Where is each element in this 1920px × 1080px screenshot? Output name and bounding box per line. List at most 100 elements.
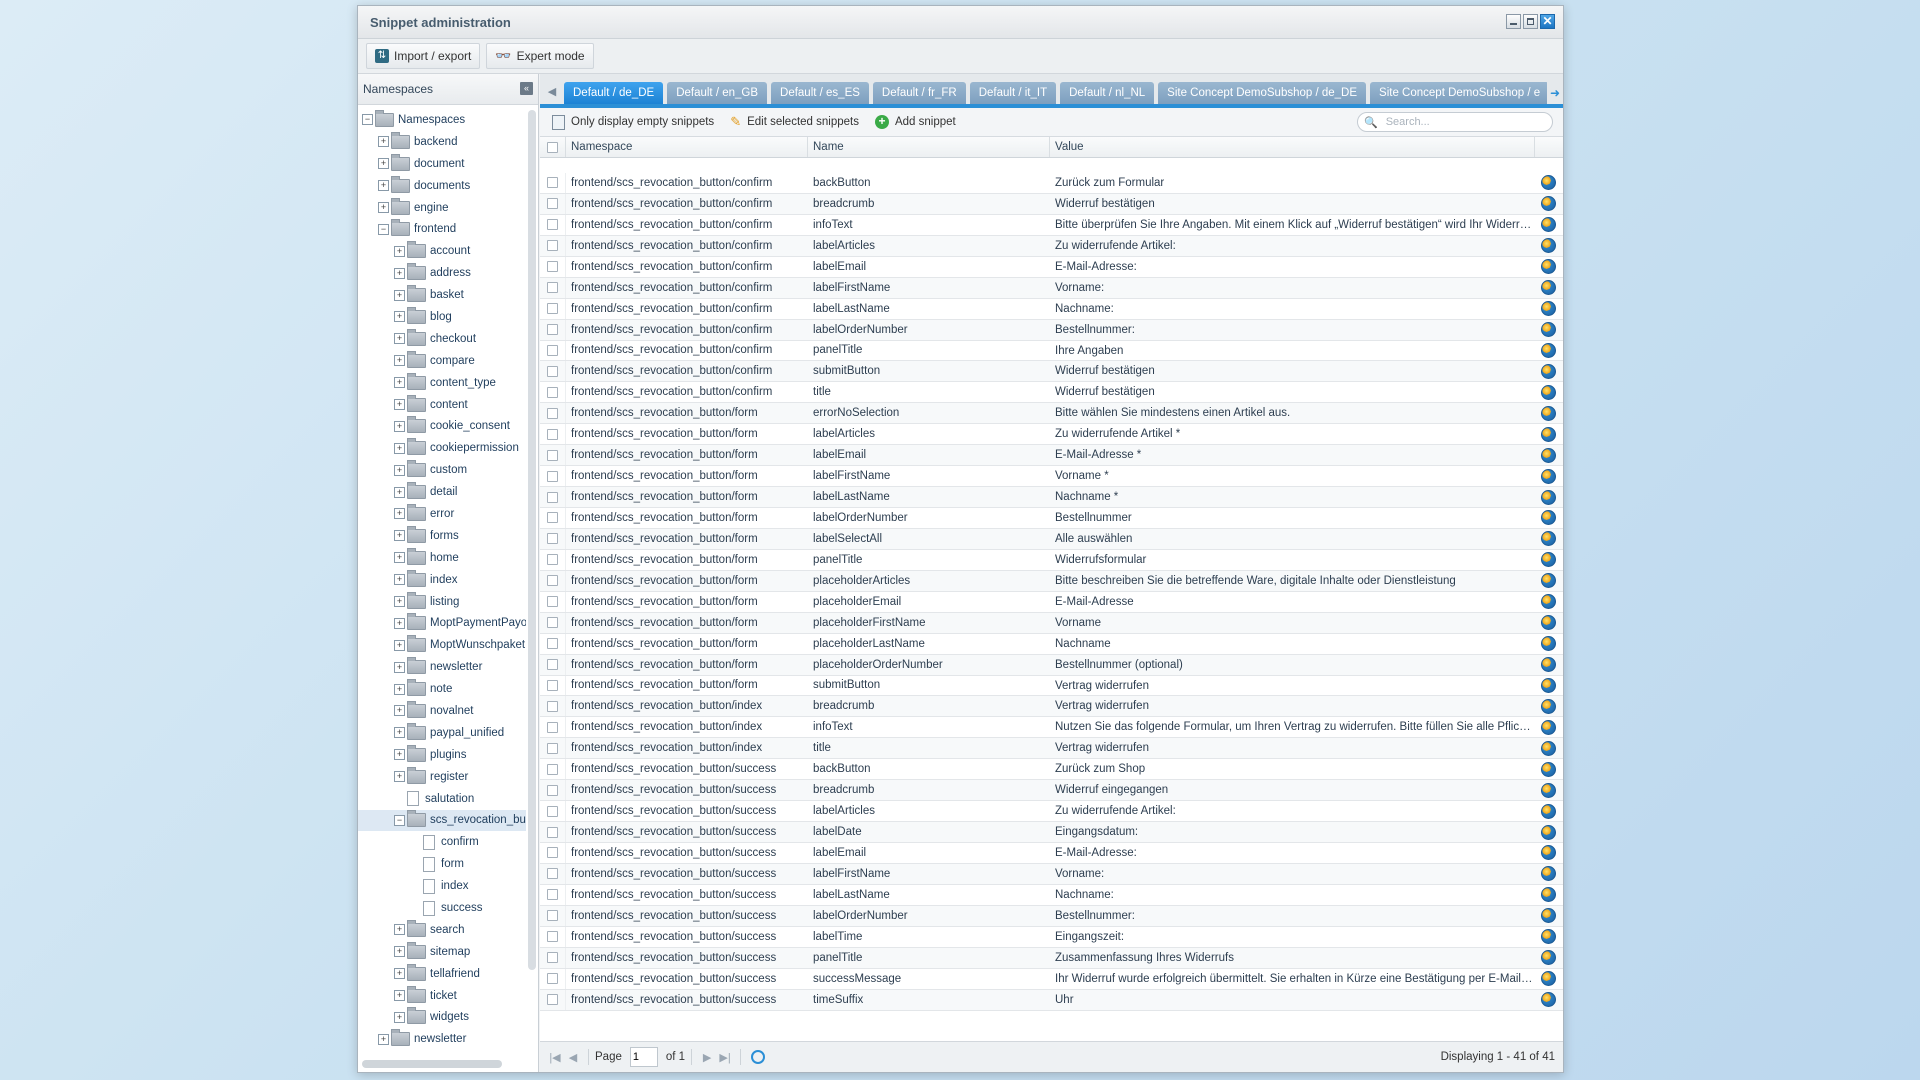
locale-tab[interactable]: Default / es_ES <box>771 82 869 104</box>
table-row[interactable]: frontend/scs_revocation_button/success pa… <box>540 947 1563 969</box>
row-checkbox[interactable] <box>547 282 558 294</box>
page-number-input[interactable] <box>629 1047 658 1067</box>
globe-icon[interactable] <box>1541 489 1556 505</box>
row-checkbox[interactable] <box>547 575 558 587</box>
expand-icon[interactable]: + <box>394 771 405 783</box>
table-row[interactable]: frontend/scs_revocation_button/confirm in… <box>540 214 1563 236</box>
previous-page-icon[interactable]: ◀ <box>564 1051 582 1064</box>
globe-icon[interactable] <box>1541 322 1556 338</box>
table-row[interactable]: frontend/scs_revocation_button/index titl… <box>540 738 1563 760</box>
close-button[interactable]: ✕ <box>1540 14 1555 29</box>
globe-icon[interactable] <box>1541 259 1556 275</box>
tree-node[interactable]: + novalnet <box>358 700 526 722</box>
row-checkbox[interactable] <box>547 428 558 440</box>
table-row[interactable]: frontend/scs_revocation_button/form place… <box>540 591 1563 613</box>
expand-icon[interactable]: + <box>394 289 405 301</box>
row-checkbox[interactable] <box>547 700 558 712</box>
globe-icon[interactable] <box>1541 719 1556 735</box>
row-checkbox[interactable] <box>547 491 558 503</box>
table-row[interactable]: frontend/scs_revocation_button/form label… <box>540 528 1563 550</box>
add-snippet-button[interactable]: + Add snippet <box>869 111 962 133</box>
import-export-button[interactable]: ⇅ Import / export <box>366 43 481 69</box>
tree-node[interactable]: + blog <box>358 306 526 328</box>
collapse-icon[interactable]: − <box>362 114 373 126</box>
tree-node[interactable]: + paypal_unified <box>358 722 526 744</box>
expand-icon[interactable]: + <box>394 574 405 586</box>
table-row[interactable]: frontend/scs_revocation_button/confirm ba… <box>540 173 1563 194</box>
globe-icon[interactable] <box>1541 740 1556 756</box>
expand-icon[interactable]: + <box>378 136 389 148</box>
column-header-value[interactable]: Value <box>1050 137 1535 157</box>
expand-icon[interactable]: + <box>394 968 405 980</box>
row-checkbox[interactable] <box>547 219 558 231</box>
globe-icon[interactable] <box>1541 615 1556 631</box>
expand-icon[interactable]: + <box>394 420 405 432</box>
tree-node[interactable]: + sitemap <box>358 941 526 963</box>
table-row[interactable]: frontend/scs_revocation_button/form place… <box>540 654 1563 676</box>
collapse-icon[interactable]: − <box>378 223 389 235</box>
table-row[interactable]: frontend/scs_revocation_button/form submi… <box>540 675 1563 697</box>
row-checkbox[interactable] <box>547 742 558 754</box>
globe-icon[interactable] <box>1541 175 1556 191</box>
table-row[interactable]: frontend/scs_revocation_button/form label… <box>540 466 1563 488</box>
table-row[interactable]: frontend/scs_revocation_button/success la… <box>540 843 1563 864</box>
globe-icon[interactable] <box>1541 908 1556 924</box>
title-bar[interactable]: Snippet administration ✕ <box>358 6 1563 39</box>
tree-node[interactable]: salutation <box>358 788 526 810</box>
tree-node[interactable]: + home <box>358 547 526 569</box>
expand-icon[interactable]: + <box>394 705 405 717</box>
refresh-icon[interactable] <box>751 1050 766 1064</box>
expand-icon[interactable]: + <box>394 355 405 367</box>
row-checkbox[interactable] <box>547 407 558 419</box>
table-row[interactable]: frontend/scs_revocation_button/form panel… <box>540 549 1563 571</box>
tree-node[interactable]: + engine <box>358 197 526 219</box>
globe-icon[interactable] <box>1541 929 1556 945</box>
tree-node[interactable]: + ticket <box>358 985 526 1007</box>
select-all-checkbox[interactable] <box>547 141 558 153</box>
expand-icon[interactable]: + <box>378 202 389 213</box>
expand-icon[interactable]: + <box>378 1033 389 1045</box>
globe-icon[interactable] <box>1541 217 1556 233</box>
table-row[interactable]: frontend/scs_revocation_button/success br… <box>540 780 1563 802</box>
locale-tab[interactable]: Default / de_DE <box>564 82 664 104</box>
tree-node[interactable]: − scs_revocation_butt <box>358 809 526 832</box>
expand-icon[interactable]: + <box>378 180 389 192</box>
row-checkbox[interactable] <box>547 784 558 796</box>
table-row[interactable]: frontend/scs_revocation_button/form label… <box>540 445 1563 467</box>
globe-icon[interactable] <box>1541 384 1556 400</box>
tree-node[interactable]: + note <box>358 678 526 700</box>
collapse-sidebar-icon[interactable]: « <box>520 82 533 95</box>
expand-icon[interactable]: + <box>394 1011 405 1023</box>
row-checkbox[interactable] <box>547 533 558 545</box>
row-checkbox[interactable] <box>547 994 558 1006</box>
row-checkbox[interactable] <box>547 324 558 336</box>
expand-icon[interactable]: + <box>394 508 405 520</box>
expand-icon[interactable]: + <box>394 486 405 498</box>
table-row[interactable]: frontend/scs_revocation_button/confirm la… <box>540 319 1563 341</box>
minimize-button[interactable] <box>1506 14 1521 29</box>
expand-icon[interactable]: + <box>378 158 389 170</box>
tree-node[interactable]: + compare <box>358 350 526 372</box>
row-checkbox[interactable] <box>547 763 558 775</box>
tree-node[interactable]: + plugins <box>358 744 526 766</box>
tree-node[interactable]: + index <box>358 569 526 591</box>
table-row[interactable]: frontend/scs_revocation_button/success ba… <box>540 759 1563 781</box>
expand-icon[interactable]: + <box>394 245 405 257</box>
globe-icon[interactable] <box>1541 971 1556 987</box>
table-row[interactable]: frontend/scs_revocation_button/form error… <box>540 403 1563 425</box>
expand-icon[interactable]: + <box>394 267 405 279</box>
row-checkbox[interactable] <box>547 198 558 210</box>
tree-node[interactable]: + detail <box>358 481 526 503</box>
row-checkbox[interactable] <box>547 386 558 398</box>
row-checkbox[interactable] <box>547 470 558 482</box>
column-header-name[interactable]: Name <box>808 137 1050 157</box>
expand-icon[interactable]: + <box>394 661 405 673</box>
tree-node[interactable]: + cookie_consent <box>358 415 526 437</box>
row-checkbox[interactable] <box>547 805 558 817</box>
table-row[interactable]: frontend/scs_revocation_button/index info… <box>540 717 1563 739</box>
globe-icon[interactable] <box>1541 992 1556 1008</box>
tree-node[interactable]: + error <box>358 503 526 525</box>
expand-icon[interactable]: + <box>394 990 405 1002</box>
globe-icon[interactable] <box>1541 824 1556 840</box>
expand-icon[interactable]: + <box>394 552 405 564</box>
